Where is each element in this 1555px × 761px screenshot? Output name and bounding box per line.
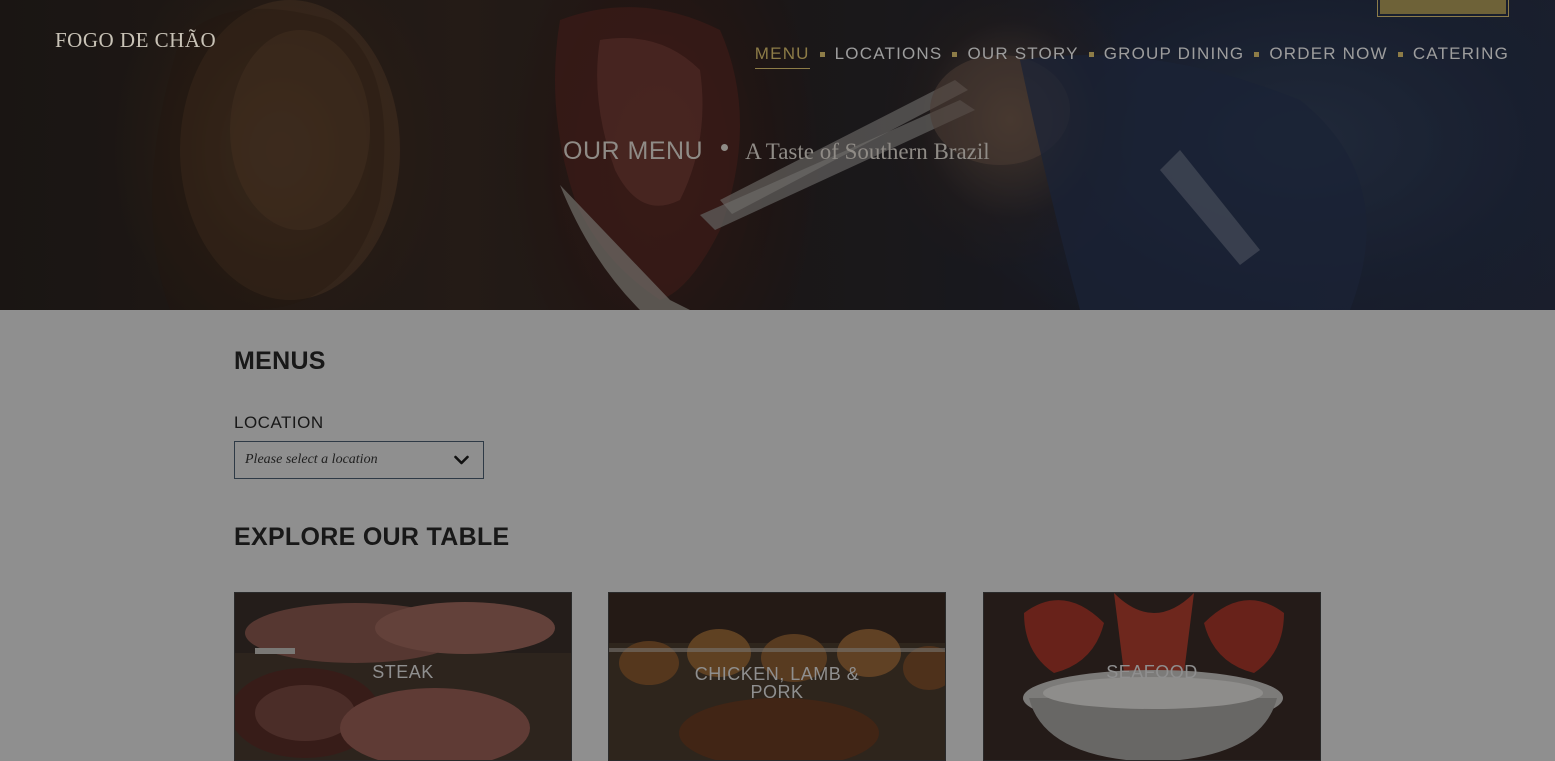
card-label-chicken-lamb-pork: CHICKEN, LAMB & PORK [694, 664, 860, 702]
nav-item-catering[interactable]: CATERING [1413, 44, 1509, 69]
main-navigation: MENU LOCATIONS OUR STORY GROUP DINING OR… [754, 44, 1509, 69]
nav-item-locations[interactable]: LOCATIONS [835, 44, 943, 69]
reservations-button[interactable]: RESERVATIONS [1377, 0, 1509, 17]
card-seafood[interactable]: SEAFOOD [983, 592, 1321, 761]
card-label-steak: STEAK [372, 662, 434, 682]
reservations-button-label: RESERVATIONS [1380, 0, 1506, 14]
menu-content: MENUS LOCATION Please select a location … [0, 310, 1555, 761]
nav-item-menu[interactable]: MENU [754, 44, 810, 69]
nav-item-order-now[interactable]: ORDER NOW [1269, 44, 1387, 69]
menus-heading: MENUS [234, 347, 326, 375]
hero-title: OUR MENU A Taste of Southern Brazil [563, 137, 990, 166]
page: FOGO DE CHÃO RESERVATIONS MENU LOCATIONS… [0, 0, 1555, 761]
nav-separator-icon [819, 51, 825, 57]
nav-separator-icon [1088, 51, 1094, 57]
card-chicken-lamb-pork[interactable]: CHICKEN, LAMB & PORK [608, 592, 946, 761]
hero-title-text: OUR MENU [563, 137, 704, 165]
bullet-dot-icon [721, 144, 729, 151]
nav-item-group-dining[interactable]: GROUP DINING [1104, 44, 1245, 69]
brand-logo[interactable]: FOGO DE CHÃO [55, 28, 216, 53]
hero-banner: FOGO DE CHÃO RESERVATIONS MENU LOCATIONS… [0, 0, 1555, 310]
hero-subtitle: A Taste of Southern Brazil [745, 139, 990, 164]
location-select-placeholder: Please select a location [245, 452, 378, 467]
card-steak[interactable]: STEAK [234, 592, 572, 761]
location-label: LOCATION [234, 413, 324, 432]
nav-separator-icon [1254, 51, 1260, 57]
card-label-seafood: SEAFOOD [1106, 662, 1198, 682]
chevron-down-icon [454, 455, 469, 465]
menu-category-cards: STEAK CHICKEN, LAMB & PORK SEAFOOD [234, 592, 1322, 761]
explore-heading: EXPLORE OUR TABLE [234, 523, 510, 551]
nav-item-our-story[interactable]: OUR STORY [967, 44, 1078, 69]
nav-separator-icon [1397, 51, 1403, 57]
location-select[interactable]: Please select a location [234, 441, 484, 479]
nav-separator-icon [952, 51, 958, 57]
